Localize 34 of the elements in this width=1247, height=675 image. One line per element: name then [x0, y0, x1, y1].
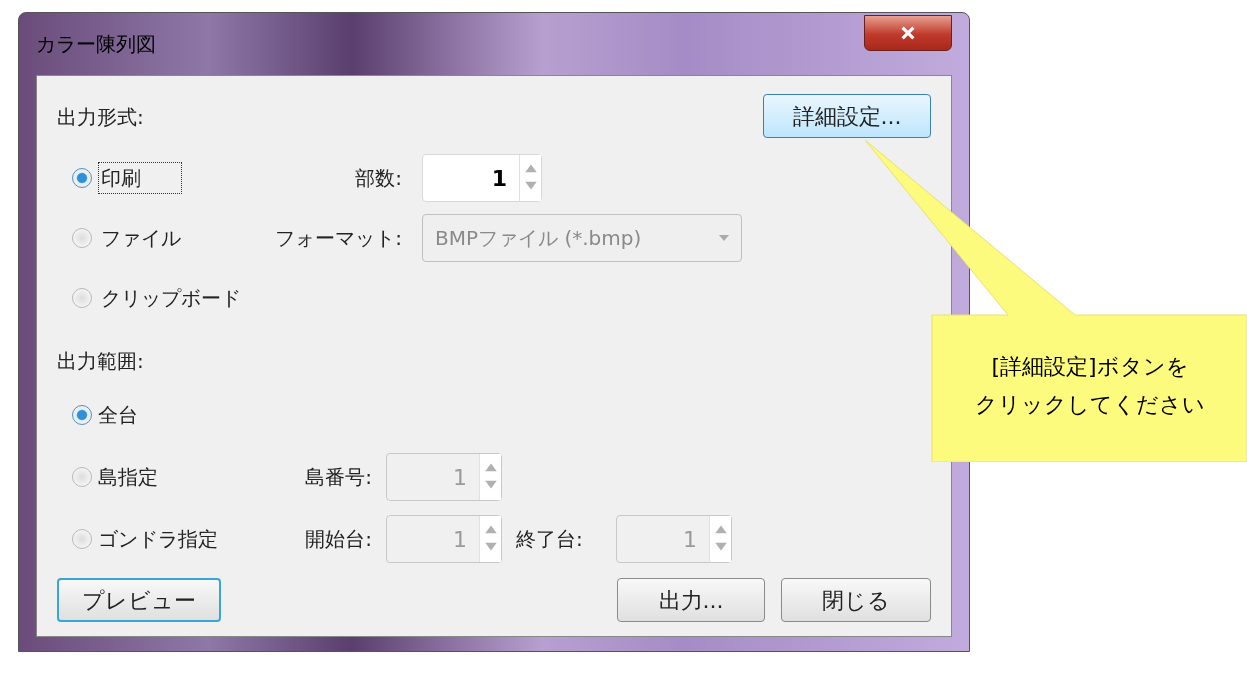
radio-button[interactable] — [72, 467, 92, 487]
advanced-settings-button[interactable]: 詳細設定... — [763, 94, 931, 138]
field-label: 開始台: — [304, 526, 372, 553]
number-spinner[interactable]: 1 — [422, 154, 542, 202]
spinner-value: 1 — [452, 463, 468, 492]
radio-button[interactable] — [72, 529, 92, 549]
dialog-button[interactable]: 出力... — [617, 578, 765, 622]
dropdown-value: BMPファイル (*.bmp) — [435, 225, 642, 252]
section-heading: 出力形式: — [57, 104, 144, 131]
spinner-value: 1 — [452, 525, 468, 554]
spinner-value: 1 — [682, 525, 698, 554]
callout-text: [詳細設定]ボタンを — [991, 353, 1189, 381]
spinner-value: 1 — [490, 164, 508, 193]
field-label: フォーマット: — [274, 225, 402, 252]
radio-button[interactable] — [72, 288, 92, 308]
field-label: 島番号: — [304, 464, 372, 491]
radio-label[interactable]: 印刷 — [98, 162, 182, 194]
close-button[interactable] — [864, 15, 952, 51]
radio-label[interactable]: 島指定 — [98, 462, 158, 492]
radio-button[interactable] — [72, 168, 92, 188]
window-title: カラー陳列図 — [36, 31, 156, 58]
radio-button[interactable] — [72, 405, 92, 425]
radio-label[interactable]: ゴンドラ指定 — [98, 524, 218, 554]
field-label: 部数: — [354, 165, 402, 192]
callout-text: クリックしてください — [975, 391, 1205, 419]
field-label: 終了台: — [516, 526, 584, 553]
section-heading: 出力範囲: — [57, 348, 145, 375]
close-icon — [899, 24, 917, 42]
dialog-button[interactable]: 閉じる — [781, 578, 931, 622]
radio-label[interactable]: クリップボード — [98, 282, 244, 314]
spinner-arrows-icon[interactable] — [519, 155, 541, 201]
dialog-button[interactable]: プレビュー — [57, 578, 221, 622]
radio-label[interactable]: 全台 — [98, 400, 138, 430]
dropdown-caret-icon — [719, 235, 729, 241]
